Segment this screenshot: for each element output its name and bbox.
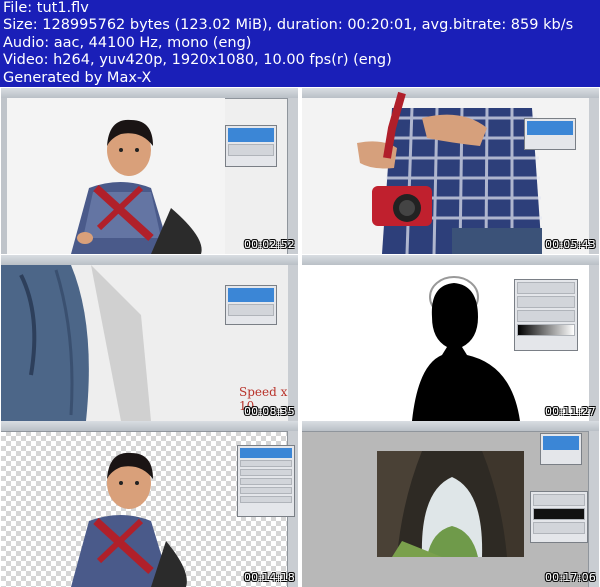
thumbnail-6[interactable]: 00:17:06	[302, 421, 599, 587]
timestamp: 00:08:35	[243, 405, 295, 418]
generator-info: Generated by Max-X	[3, 69, 152, 86]
dialog-row[interactable]	[517, 310, 575, 322]
video-info-header: File: tut1.flv Size: 128995762 bytes (12…	[3, 0, 597, 86]
dialog-row[interactable]	[533, 522, 585, 534]
layers-panel[interactable]	[540, 433, 582, 465]
menu-item[interactable]	[240, 478, 292, 485]
selected-layer[interactable]	[527, 121, 573, 135]
timestamp: 00:02:52	[243, 238, 295, 251]
dialog-row[interactable]	[533, 494, 585, 506]
boy-photo	[7, 98, 225, 254]
selected-layer[interactable]	[228, 128, 274, 142]
layers-panel[interactable]	[524, 118, 576, 150]
gradient-bar[interactable]	[517, 324, 575, 336]
selected-layer[interactable]	[228, 288, 274, 302]
context-menu[interactable]	[237, 445, 295, 517]
layer-row[interactable]	[228, 304, 274, 316]
thumbnail-3[interactable]: Speed x 10 00:08:35	[1, 255, 298, 421]
dialog-row[interactable]	[517, 282, 575, 294]
menu-item[interactable]	[240, 496, 292, 503]
preview-box	[533, 508, 585, 520]
thumbnail-grid: 00:02:52 00:05:43 Speed x 10 00:08:35 00…	[0, 87, 600, 587]
audio-info: Audio: aac, 44100 Hz, mono (eng)	[3, 34, 252, 51]
camera-closeup-photo	[302, 91, 589, 254]
file-size-duration: Size: 128995762 bytes (123.02 MiB), dura…	[3, 17, 574, 34]
thumbnail-5[interactable]: 00:14:18	[1, 421, 298, 587]
timestamp: 00:17:06	[544, 571, 596, 584]
thumbnail-1[interactable]: 00:02:52	[1, 88, 298, 254]
menu-item[interactable]	[240, 469, 292, 476]
dialog-row[interactable]	[517, 296, 575, 308]
menu-item[interactable]	[240, 487, 292, 494]
video-info: Video: h264, yuv420p, 1920x1080, 10.00 f…	[3, 52, 392, 69]
timestamp: 00:14:18	[243, 571, 295, 584]
selected-layer[interactable]	[543, 436, 579, 450]
timestamp: 00:11:27	[544, 405, 596, 418]
file-name: File: tut1.flv	[3, 0, 89, 16]
menu-item[interactable]	[240, 460, 292, 467]
layer-row[interactable]	[228, 144, 274, 156]
adjustment-dialog[interactable]	[530, 491, 588, 543]
adjustment-dialog[interactable]	[514, 279, 578, 351]
layers-panel[interactable]	[225, 125, 277, 167]
thumbnail-2[interactable]: 00:05:43	[302, 88, 599, 254]
timestamp: 00:05:43	[544, 238, 596, 251]
layers-panel[interactable]	[225, 285, 277, 325]
selected-layer[interactable]	[240, 448, 292, 458]
thumbnail-4[interactable]: 00:11:27	[302, 255, 599, 421]
